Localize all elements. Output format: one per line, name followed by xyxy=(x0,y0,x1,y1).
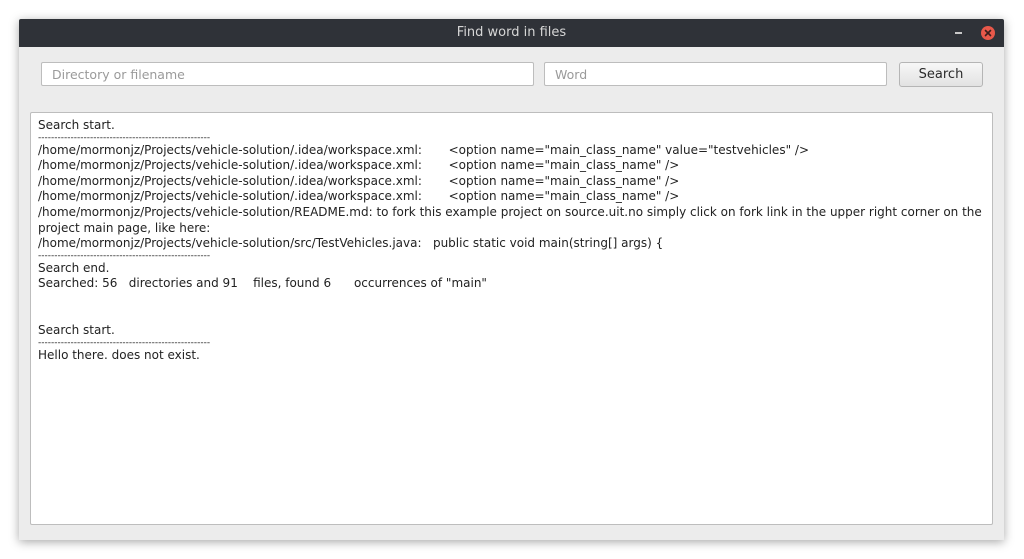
result-line: Search end. xyxy=(38,260,110,275)
result-line: ----------------------------------------… xyxy=(38,337,211,348)
title-bar[interactable]: Find word in files xyxy=(19,19,1004,47)
result-line xyxy=(38,292,986,308)
directory-input[interactable] xyxy=(41,62,534,86)
close-icon[interactable] xyxy=(981,26,995,40)
result-line: /home/mormonjz/Projects/vehicle-solution… xyxy=(38,189,680,204)
result-line: ----------------------------------------… xyxy=(38,250,211,261)
word-input[interactable] xyxy=(544,62,887,86)
find-word-window: Find word in files Search Search start.-… xyxy=(19,19,1004,540)
result-line xyxy=(38,308,986,324)
result-line: Searched: 56 directories and 91 files, f… xyxy=(38,276,487,291)
results-text-area[interactable]: Search start. ---------------------------… xyxy=(30,112,993,525)
result-line: Search start. xyxy=(38,323,115,338)
minimize-icon[interactable] xyxy=(952,25,966,39)
search-button[interactable]: Search xyxy=(899,62,983,87)
result-line: /home/mormonjz/Projects/vehicle-solution… xyxy=(38,158,680,173)
result-line: /home/mormonjz/Projects/vehicle-solution… xyxy=(38,236,664,251)
result-line: Hello there. does not exist. xyxy=(38,347,200,362)
result-line: ----------------------------------------… xyxy=(38,132,211,143)
result-line: /home/mormonjz/Projects/vehicle-solution… xyxy=(38,142,809,157)
window-title: Find word in files xyxy=(456,25,567,40)
results-output: Search start. ---------------------------… xyxy=(38,118,986,524)
result-line: /home/mormonjz/Projects/vehicle-solution… xyxy=(38,173,680,188)
result-line: Search start. xyxy=(38,118,115,132)
result-line: /home/mormonjz/Projects/vehicle-solution… xyxy=(38,204,986,235)
